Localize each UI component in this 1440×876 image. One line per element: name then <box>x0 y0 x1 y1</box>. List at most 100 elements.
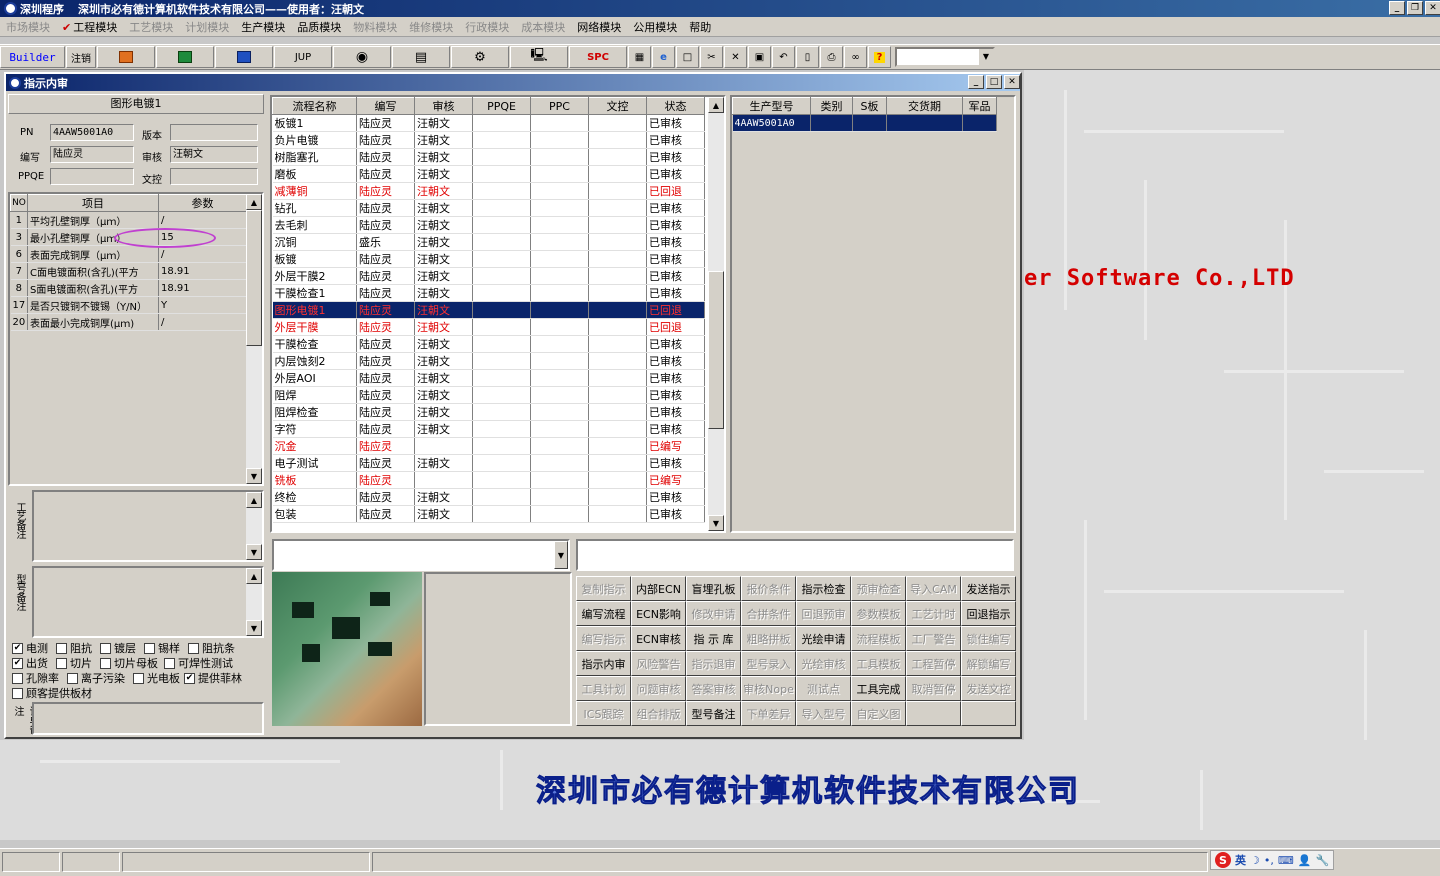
checkbox-customer-board[interactable] <box>12 687 23 699</box>
menu-maintenance[interactable]: 维修模块 <box>403 19 459 35</box>
preview-button[interactable]: ▯ <box>796 46 819 68</box>
menu-plan[interactable]: 计划模块 <box>179 19 235 35</box>
scroll-down-icon[interactable]: ▼ <box>246 468 262 484</box>
action-button-r1c5[interactable]: 指示检查 <box>796 576 851 601</box>
table-row[interactable]: 字符 陆应灵 汪朝文 已审核 <box>272 420 705 438</box>
action-button-r1c3[interactable]: 盲埋孔板 <box>686 576 741 601</box>
calendar-button[interactable]: ▦ <box>628 46 651 68</box>
checkbox-electric-test[interactable]: ✔ <box>12 642 23 654</box>
table-row[interactable]: 6 表面完成铜厚（μｍ） / <box>10 245 247 263</box>
close-button[interactable]: ✕ <box>1425 1 1440 15</box>
flow-header-status[interactable]: 状态 <box>646 97 705 115</box>
table-row[interactable]: 干膜检查 陆应灵 汪朝文 已审核 <box>272 335 705 353</box>
ppqe-field[interactable] <box>50 168 134 185</box>
checkbox-provide-film[interactable]: ✔ <box>184 672 195 684</box>
table-row[interactable]: 4AAW5001A0 <box>732 114 997 132</box>
table-row[interactable]: 钻孔 陆应灵 汪朝文 已审核 <box>272 199 705 217</box>
action-button-r6c8[interactable] <box>961 701 1016 726</box>
model-header-military[interactable]: 军品 <box>962 97 997 115</box>
action-button-r4c8[interactable]: 解锁编写 <box>961 651 1016 676</box>
ppt-button[interactable] <box>97 46 155 68</box>
scroll-thumb[interactable] <box>708 271 724 429</box>
menu-market[interactable]: 市场模块 <box>0 19 56 35</box>
action-button-r3c6[interactable]: 流程模板 <box>851 626 906 651</box>
menu-material[interactable]: 物料模块 <box>347 19 403 35</box>
action-button-r6c2[interactable]: 组合排版 <box>631 701 686 726</box>
menu-craft[interactable]: 工艺模块 <box>123 19 179 35</box>
table-row[interactable]: 减薄铜 陆应灵 汪朝文 已回退 <box>272 182 705 200</box>
computer-button[interactable]: 🖳 <box>510 46 568 68</box>
param-header-no[interactable]: NO <box>10 194 28 212</box>
child-close-button[interactable]: ✕ <box>1004 75 1020 89</box>
table-row[interactable]: 沉铜 盛乐 汪朝文 已审核 <box>272 233 705 251</box>
scroll-up-icon[interactable]: ▲ <box>246 194 262 210</box>
action-button-r1c7[interactable]: 导入CAM <box>906 576 961 601</box>
flow-header-editor[interactable]: 编写 <box>356 97 415 115</box>
checkbox-plating[interactable] <box>100 642 111 654</box>
help-button[interactable]: ? <box>868 46 891 68</box>
action-button-r2c6[interactable]: 参数模板 <box>851 601 906 626</box>
table-row[interactable]: 内层蚀刻2 陆应灵 汪朝文 已审核 <box>272 352 705 370</box>
model-header-category[interactable]: 类别 <box>810 97 853 115</box>
chevron-down-icon[interactable]: ▼ <box>554 541 568 569</box>
child-maximize-button[interactable]: □ <box>986 75 1002 89</box>
ie-button[interactable]: e <box>652 46 675 68</box>
checkbox-ion-contamination[interactable] <box>67 672 78 684</box>
action-button-r4c5[interactable]: 光绘审核 <box>796 651 851 676</box>
flow-text-field[interactable] <box>576 539 1014 571</box>
user-icon[interactable]: 👤 <box>1298 854 1312 867</box>
action-button-r3c3[interactable]: 指 示 库 <box>686 626 741 651</box>
action-button-r6c7[interactable] <box>906 701 961 726</box>
moon-icon[interactable]: ☽ <box>1250 854 1260 867</box>
table-row[interactable]: 板镀1 陆应灵 汪朝文 已审核 <box>272 114 705 132</box>
scroll-thumb[interactable] <box>246 210 262 346</box>
table-row[interactable]: 沉金 陆应灵 已编写 <box>272 437 705 455</box>
new-button[interactable]: □ <box>676 46 699 68</box>
action-button-r4c7[interactable]: 工程暂停 <box>906 651 961 676</box>
flow-scrollbar[interactable]: ▲ ▼ <box>708 97 724 531</box>
action-button-r5c2[interactable]: 问题审核 <box>631 676 686 701</box>
action-button-r4c1[interactable]: 指示内审 <box>576 651 631 676</box>
checkbox-solderability[interactable] <box>164 657 175 669</box>
craft-note-scrollbar[interactable]: ▲ ▼ <box>246 492 262 560</box>
view-button[interactable]: ◉ <box>333 46 391 68</box>
checkbox-optoelectronic[interactable] <box>133 672 144 684</box>
param-header-value[interactable]: 参数 <box>158 194 247 212</box>
table-row[interactable]: 包装 陆应灵 汪朝文 已审核 <box>272 505 705 523</box>
action-button-r6c3[interactable]: 型号备注 <box>686 701 741 726</box>
action-button-r5c4[interactable]: 审核Nope <box>741 676 796 701</box>
network-button[interactable]: ⚙ <box>451 46 509 68</box>
version-field[interactable] <box>170 124 258 141</box>
table-row[interactable]: 干膜检查1 陆应灵 汪朝文 已审核 <box>272 284 705 302</box>
model-note-box[interactable]: ▲ ▼ <box>32 566 264 638</box>
scroll-down-icon[interactable]: ▼ <box>708 515 724 531</box>
scroll-down-icon[interactable]: ▼ <box>246 620 262 636</box>
action-button-r5c6[interactable]: 工具完成 <box>851 676 906 701</box>
action-button-r1c2[interactable]: 内部ECN <box>631 576 686 601</box>
action-button-r2c7[interactable]: 工艺计时 <box>906 601 961 626</box>
pn-field[interactable]: 4AAW5001A0 <box>50 124 134 141</box>
toolbar-combo[interactable] <box>895 47 995 67</box>
spc-button[interactable]: SPC <box>569 46 627 68</box>
wrench-icon[interactable]: 🔧 <box>1315 854 1329 867</box>
word-button[interactable] <box>215 46 273 68</box>
action-button-r2c5[interactable]: 回退预审 <box>796 601 851 626</box>
model-header-sboard[interactable]: S板 <box>852 97 887 115</box>
builder-button[interactable]: Builder <box>0 46 65 68</box>
checkbox-impedance-strip[interactable] <box>188 642 199 654</box>
ime-toolbar[interactable]: S 英 ☽ •, ⌨ 👤 🔧 <box>1210 850 1335 870</box>
flow-header-doc[interactable]: 文控 <box>588 97 647 115</box>
undo-button[interactable]: ↶ <box>772 46 795 68</box>
action-button-r2c1[interactable]: 编写流程 <box>576 601 631 626</box>
action-button-r2c2[interactable]: ECN影响 <box>631 601 686 626</box>
table-row[interactable]: 负片电镀 陆应灵 汪朝文 已审核 <box>272 131 705 149</box>
table-row[interactable]: 电子测试 陆应灵 汪朝文 已审核 <box>272 454 705 472</box>
model-header-model[interactable]: 生产型号 <box>732 97 811 115</box>
table-row[interactable]: 阻焊检查 陆应灵 汪朝文 已审核 <box>272 403 705 421</box>
action-button-r6c6[interactable]: 自定义图 <box>851 701 906 726</box>
table-row[interactable]: 17 是否只镀铜不镀锡（Y/N） Y <box>10 296 247 314</box>
action-button-r3c1[interactable]: 编写指示 <box>576 626 631 651</box>
action-button-r5c8[interactable]: 发送文控 <box>961 676 1016 701</box>
action-button-r5c7[interactable]: 取消暂停 <box>906 676 961 701</box>
action-button-r1c8[interactable]: 发送指示 <box>961 576 1016 601</box>
